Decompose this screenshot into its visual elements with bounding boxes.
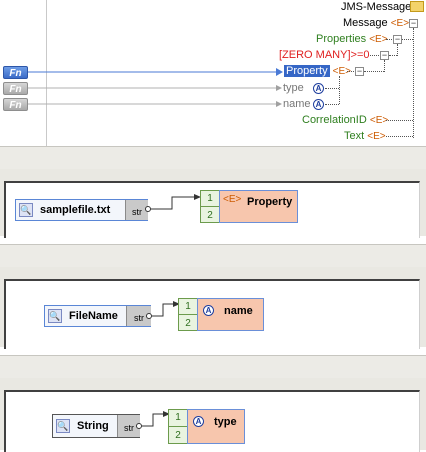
cardinality-suffix: >=0 [350, 49, 370, 61]
panel-1-header [0, 146, 426, 170]
target-index-2[interactable]: 2 [200, 206, 220, 223]
source-node-samplefile[interactable]: 🔍 samplefile.txt str [15, 199, 148, 221]
connection-line [142, 411, 170, 427]
tree-label-jms-message: JMS-Message [341, 1, 412, 13]
tree-node-cardinality: [ZERO MANY]>=0 [279, 49, 369, 62]
tree-node-type[interactable]: type [283, 82, 304, 95]
source-label: FileName [69, 310, 118, 322]
target-node-type[interactable]: A type [187, 409, 245, 444]
tree-label-property: Property [284, 65, 330, 77]
tree-connector [384, 60, 385, 72]
tree-node-property[interactable]: Property <E> [284, 65, 351, 78]
source-node-string[interactable]: 🔍 String str [52, 414, 140, 438]
target-label: Property [247, 196, 293, 208]
tree-connector [413, 28, 414, 138]
constant-icon: 🔍 [19, 203, 33, 217]
tree-label-text: Text [344, 130, 365, 142]
attribute-icon: A [203, 305, 214, 316]
tree-node-message[interactable]: Message <E> [343, 17, 409, 30]
target-index-1[interactable]: 1 [178, 298, 198, 315]
tree-connector [325, 104, 339, 105]
attribute-icon: A [313, 83, 324, 94]
tree-connector [364, 71, 384, 72]
connection-line [151, 194, 201, 210]
target-index-2[interactable]: 2 [178, 314, 198, 331]
attribute-icon: A [313, 99, 324, 110]
element-tag-icon: <E> [223, 194, 242, 205]
collapse-icon[interactable]: − [355, 67, 364, 76]
tree-node-properties[interactable]: Properties <E> [316, 33, 388, 46]
element-tag-icon: <E> [390, 18, 410, 29]
tree-node-jms-message[interactable]: JMS-Message [341, 1, 411, 14]
panel-2-header [0, 244, 426, 268]
tree-connector [402, 39, 413, 40]
tree-connector [386, 136, 413, 137]
tree-label-message: Message [343, 17, 388, 29]
source-label: samplefile.txt [40, 204, 111, 216]
tree-connector [397, 44, 398, 56]
target-index-2[interactable]: 2 [168, 426, 188, 444]
tree-node-correlationid[interactable]: CorrelationID <E> [302, 114, 388, 127]
mapping-tree-pane: Fn Fn Fn JMS-Message Message <E> − Prope… [0, 0, 426, 146]
collapse-icon[interactable]: − [393, 35, 402, 44]
folder-icon [410, 1, 424, 12]
constant-icon: 🔍 [48, 309, 62, 323]
tree-node-name[interactable]: name [283, 98, 311, 111]
source-node-filename[interactable]: 🔍 FileName str [44, 305, 151, 327]
cardinality-label: [ZERO MANY] [279, 49, 351, 61]
target-label: name [224, 305, 253, 317]
tree-label-name: name [283, 98, 311, 110]
panel-3-header [0, 355, 426, 379]
target-node-property[interactable]: <E> Property [219, 190, 298, 223]
tree-connector [347, 71, 354, 72]
tree-connector [386, 39, 392, 40]
tree-connector [386, 120, 413, 121]
attribute-icon: A [193, 416, 204, 427]
tree-label-type: type [283, 82, 304, 94]
tree-node-text[interactable]: Text <E> [344, 130, 386, 143]
target-label: type [214, 416, 237, 428]
tree-label-correlationid: CorrelationID [302, 114, 367, 126]
target-index-1[interactable]: 1 [200, 190, 220, 207]
tree-connector [325, 88, 339, 89]
target-index-1[interactable]: 1 [168, 409, 188, 427]
tree-connector [389, 55, 397, 56]
connection-line [152, 301, 180, 317]
element-tag-icon: <E> [367, 131, 386, 142]
tree-connector [339, 76, 340, 104]
source-label: String [77, 420, 109, 432]
tree-connector [370, 55, 379, 56]
target-node-name[interactable]: A name [197, 298, 264, 331]
collapse-icon[interactable]: − [380, 51, 389, 60]
tree-label-properties: Properties [316, 33, 367, 45]
element-tag-icon: <E> [369, 34, 388, 45]
collapse-icon[interactable]: − [409, 19, 418, 28]
constant-icon: 🔍 [56, 419, 70, 433]
